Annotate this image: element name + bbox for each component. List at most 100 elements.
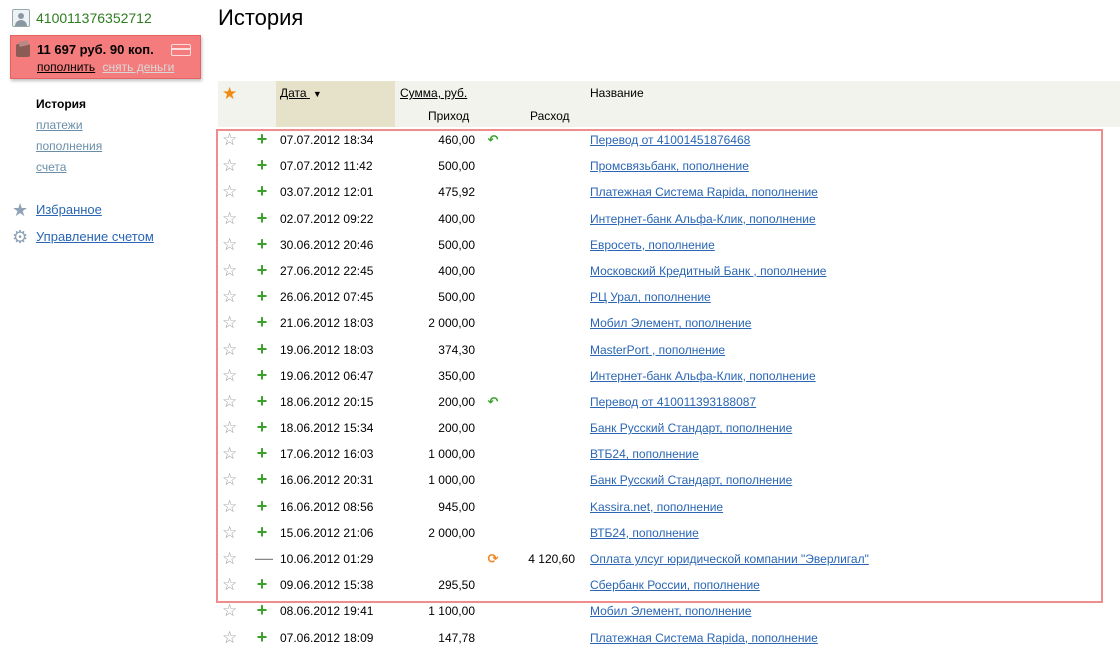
row-name-link[interactable]: Платежная Система Rapida, пополнение — [590, 179, 818, 205]
row-name-link[interactable]: ВТБ24, пополнение — [590, 520, 699, 546]
table-row[interactable]: ☆ +08.06.2012 19:41 1 100,00 Мобил Элемент,… — [218, 598, 1120, 624]
row-name-link[interactable]: Московский Кредитный Банк , пополнение — [590, 258, 826, 284]
favorites-link[interactable]: Избранное — [36, 202, 102, 217]
row-date: 21.06.2012 18:03 — [280, 316, 374, 331]
row-name-link[interactable]: Мобил Элемент, пополнение — [590, 310, 751, 336]
topup-link[interactable]: пополнить — [37, 60, 95, 74]
table-row[interactable]: ☆ +15.06.2012 21:06 2 000,00 ВТБ24, пополне… — [218, 520, 1120, 546]
table-row[interactable]: ☆ +17.06.2012 16:03 1 000,00 ВТБ24, пополне… — [218, 441, 1120, 467]
row-income: 500,00 — [438, 290, 475, 305]
favorites-star-icon: ★ — [12, 199, 29, 220]
table-row[interactable]: ☆ +16.06.2012 08:56 945,00 Kassira.net, поп… — [218, 494, 1120, 520]
plus-icon: + — [256, 574, 268, 595]
card-icon[interactable] — [171, 44, 191, 56]
row-date: 18.06.2012 15:34 — [280, 421, 374, 436]
nav-item-payments[interactable]: платежи — [36, 118, 83, 132]
date-column-header[interactable]: Дата ▼ — [280, 86, 322, 100]
favorite-star-icon[interactable]: ☆ — [222, 258, 237, 283]
row-name-link[interactable]: Банк Русский Стандарт, пополнение — [590, 415, 792, 441]
table-row[interactable]: ☆ +07.07.2012 11:42 500,00 Промсвязьбанк, п… — [218, 153, 1120, 179]
income-column-header: Приход — [428, 109, 470, 123]
table-row[interactable]: ☆ +26.06.2012 07:45 500,00 РЦ Урал, пополне… — [218, 284, 1120, 310]
table-row[interactable]: ☆ +07.07.2012 18:34 460,00 ↶ Перевод от 4100… — [218, 127, 1120, 153]
favorite-star-icon[interactable]: ☆ — [222, 598, 237, 623]
nav-item-topups[interactable]: пополнения — [36, 139, 102, 153]
page-title: История — [218, 5, 304, 30]
row-name-link[interactable]: Перевод от 410011393188087 — [590, 389, 756, 415]
table-row[interactable]: ☆ +09.06.2012 15:38 295,50 Сбербанк России,… — [218, 572, 1120, 598]
favorite-star-icon[interactable]: ☆ — [222, 127, 237, 152]
repeat-icon[interactable]: ⟳ — [486, 546, 500, 572]
row-name-link[interactable]: РЦ Урал, пополнение — [590, 284, 711, 310]
favorite-filter-star-icon[interactable]: ★ — [222, 85, 237, 102]
plus-icon: + — [256, 338, 268, 359]
table-row[interactable]: ☆ +21.06.2012 18:03 2 000,00 Мобил Элемент,… — [218, 310, 1120, 336]
table-row[interactable]: ☆ +30.06.2012 20:46 500,00 Евросеть, пополн… — [218, 232, 1120, 258]
row-date: 18.06.2012 20:15 — [280, 394, 374, 409]
favorite-star-icon[interactable]: ☆ — [222, 179, 237, 204]
favorite-star-icon[interactable]: ☆ — [222, 206, 237, 231]
row-income: 200,00 — [438, 394, 475, 409]
row-name-link[interactable]: Интернет-банк Альфа-Клик, пополнение — [590, 206, 816, 232]
favorite-star-icon[interactable]: ☆ — [222, 363, 237, 388]
table-row[interactable]: ☆ +18.06.2012 15:34 200,00 Банк Русский Ста… — [218, 415, 1120, 441]
row-income: 200,00 — [438, 421, 475, 436]
row-name-link[interactable]: Промсвязьбанк, пополнение — [590, 153, 749, 179]
favorite-star-icon[interactable]: ☆ — [222, 572, 237, 597]
row-name-link[interactable]: Kassira.net, пополнение — [590, 494, 723, 520]
return-arrow-icon[interactable]: ↶ — [486, 127, 500, 153]
plus-icon: + — [256, 259, 268, 280]
favorite-star-icon[interactable]: ☆ — [222, 310, 237, 335]
favorite-star-icon[interactable]: ☆ — [222, 284, 237, 309]
favorite-star-icon[interactable]: ☆ — [222, 153, 237, 178]
row-name-link[interactable]: Сбербанк России, пополнение — [590, 572, 760, 598]
row-date: 17.06.2012 16:03 — [280, 447, 374, 462]
row-name-link[interactable]: Интернет-банк Альфа-Клик, пополнение — [590, 363, 816, 389]
row-income: 374,30 — [438, 342, 475, 357]
table-row[interactable]: ☆ +19.06.2012 18:03 374,30 MasterPort , поп… — [218, 337, 1120, 363]
account-header: 410011376352712 — [12, 9, 152, 27]
table-row[interactable]: ☆ — 10.06.2012 01:29 ⟳ 4 120,60 Оплата улсуг … — [218, 546, 1120, 572]
table-row[interactable]: ☆ +02.07.2012 09:22 400,00 Интернет-банк Ал… — [218, 206, 1120, 232]
plus-icon: + — [256, 521, 268, 542]
table-row[interactable]: ☆ +18.06.2012 20:15 200,00 ↶ Перевод от 4100… — [218, 389, 1120, 415]
plus-icon: + — [256, 207, 268, 228]
row-date: 30.06.2012 20:46 — [280, 237, 374, 252]
row-date: 16.06.2012 20:31 — [280, 473, 374, 488]
table-row[interactable]: ☆ +03.07.2012 12:01 475,92 Платежная Систем… — [218, 179, 1120, 205]
table-row[interactable]: ☆ +07.06.2012 18:09 147,78 Платежная Систем… — [218, 625, 1120, 651]
row-name-link[interactable]: ВТБ24, пополнение — [590, 441, 699, 467]
nav-item-history[interactable]: История — [36, 97, 102, 118]
favorite-star-icon[interactable]: ☆ — [222, 520, 237, 545]
favorite-star-icon[interactable]: ☆ — [222, 546, 237, 571]
favorite-star-icon[interactable]: ☆ — [222, 415, 237, 440]
favorite-star-icon[interactable]: ☆ — [222, 441, 237, 466]
favorite-star-icon[interactable]: ☆ — [222, 625, 237, 650]
row-date: 08.06.2012 19:41 — [280, 604, 374, 619]
withdraw-link[interactable]: снять деньги — [103, 60, 175, 74]
row-name-link[interactable]: Евросеть, пополнение — [590, 232, 715, 258]
table-row[interactable]: ☆ +27.06.2012 22:45 400,00 Московский Креди… — [218, 258, 1120, 284]
history-table: ★ Дата ▼ Сумма, руб. Приход Расход Назва… — [218, 81, 1120, 651]
favorite-star-icon[interactable]: ☆ — [222, 467, 237, 492]
row-name-link[interactable]: Перевод от 41001451876468 — [590, 127, 750, 153]
favorite-star-icon[interactable]: ☆ — [222, 389, 237, 414]
row-income: 2 000,00 — [428, 316, 475, 331]
favorite-star-icon[interactable]: ☆ — [222, 232, 237, 257]
favorite-star-icon[interactable]: ☆ — [222, 337, 237, 362]
row-name-link[interactable]: Платежная Система Rapida, пополнение — [590, 625, 818, 651]
plus-icon: + — [256, 600, 268, 621]
nav-item-invoices[interactable]: счета — [36, 160, 66, 174]
table-row[interactable]: ☆ +19.06.2012 06:47 350,00 Интернет-банк Ал… — [218, 363, 1120, 389]
favorite-star-icon[interactable]: ☆ — [222, 494, 237, 519]
side-nav: История платежи пополнения счета — [36, 97, 102, 181]
row-name-link[interactable]: Оплата улсуг юридической компании "Эверл… — [590, 546, 869, 572]
row-name-link[interactable]: Банк Русский Стандарт, пополнение — [590, 467, 792, 493]
manage-account-link[interactable]: Управление счетом — [36, 229, 154, 244]
return-arrow-icon[interactable]: ↶ — [486, 389, 500, 415]
row-income: 1 100,00 — [428, 604, 475, 619]
row-name-link[interactable]: Мобил Элемент, пополнение — [590, 598, 751, 624]
sum-column-header[interactable]: Сумма, руб. — [400, 86, 467, 100]
table-row[interactable]: ☆ +16.06.2012 20:31 1 000,00 Банк Русский С… — [218, 467, 1120, 493]
row-name-link[interactable]: MasterPort , пополнение — [590, 337, 725, 363]
